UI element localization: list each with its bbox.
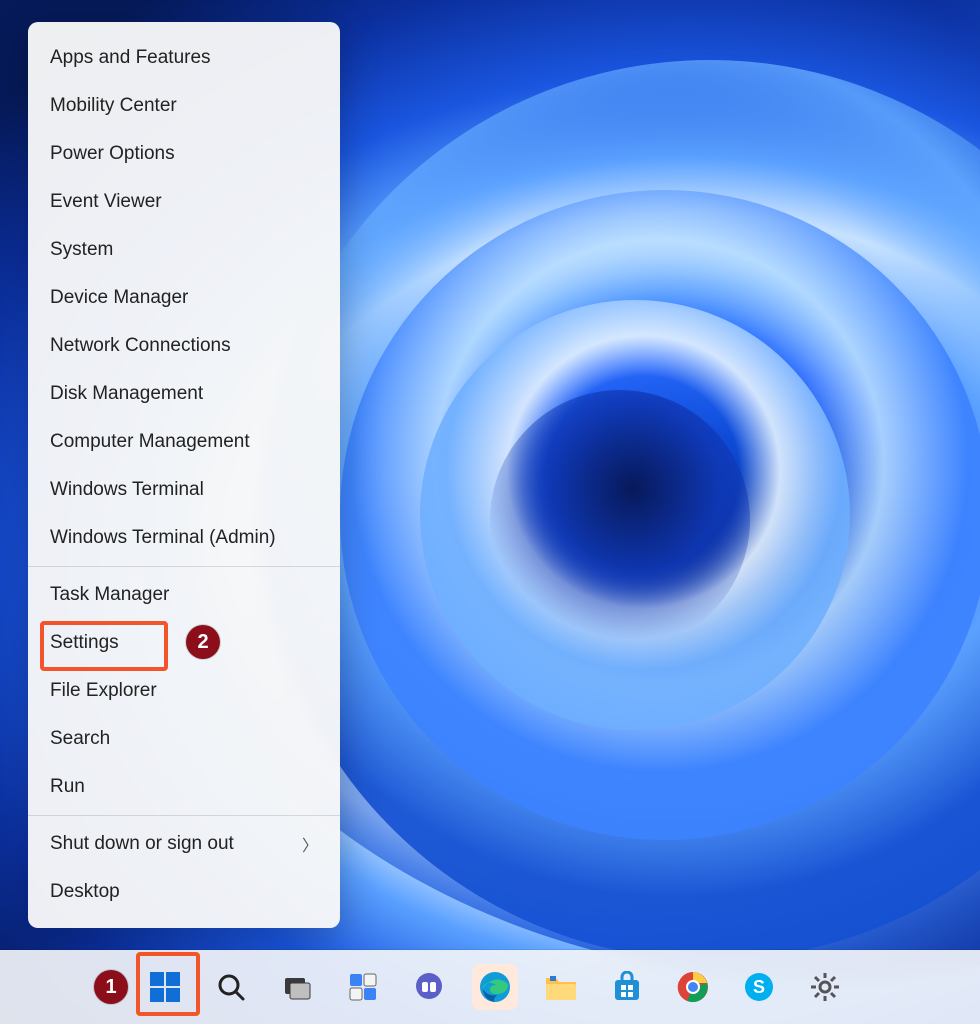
menu-item-label: Windows Terminal bbox=[50, 479, 204, 501]
annotation-callout-1: 1 bbox=[94, 970, 128, 1004]
annotation-callout-2: 2 bbox=[186, 625, 220, 659]
menu-item-settings[interactable]: Settings 2 bbox=[28, 619, 340, 667]
search-button[interactable] bbox=[208, 964, 254, 1010]
chrome-icon bbox=[677, 971, 709, 1003]
menu-item-label: Run bbox=[50, 776, 85, 798]
menu-item-windows-terminal-admin[interactable]: Windows Terminal (Admin) bbox=[28, 514, 340, 562]
skype-button[interactable]: S bbox=[736, 964, 782, 1010]
task-view-button[interactable] bbox=[274, 964, 320, 1010]
menu-item-label: Settings bbox=[50, 632, 119, 654]
menu-item-label: Apps and Features bbox=[50, 47, 211, 69]
menu-item-label: System bbox=[50, 239, 113, 261]
store-icon bbox=[611, 971, 643, 1003]
menu-item-label: Computer Management bbox=[50, 431, 250, 453]
chrome-button[interactable] bbox=[670, 964, 716, 1010]
menu-item-event-viewer[interactable]: Event Viewer bbox=[28, 178, 340, 226]
search-icon bbox=[216, 972, 246, 1002]
menu-item-label: Task Manager bbox=[50, 584, 169, 606]
menu-item-label: File Explorer bbox=[50, 680, 157, 702]
menu-item-search[interactable]: Search bbox=[28, 715, 340, 763]
menu-item-file-explorer[interactable]: File Explorer bbox=[28, 667, 340, 715]
menu-item-system[interactable]: System bbox=[28, 226, 340, 274]
winx-context-menu: Apps and Features Mobility Center Power … bbox=[28, 22, 340, 928]
settings-button[interactable] bbox=[802, 964, 848, 1010]
menu-item-run[interactable]: Run bbox=[28, 763, 340, 811]
menu-item-desktop[interactable]: Desktop bbox=[28, 868, 340, 916]
menu-item-power-options[interactable]: Power Options bbox=[28, 130, 340, 178]
file-explorer-button[interactable] bbox=[538, 964, 584, 1010]
menu-item-label: Disk Management bbox=[50, 383, 203, 405]
edge-button[interactable] bbox=[472, 964, 518, 1010]
folder-icon bbox=[544, 972, 578, 1002]
skype-icon: S bbox=[743, 971, 775, 1003]
menu-item-label: Event Viewer bbox=[50, 191, 162, 213]
menu-item-computer-management[interactable]: Computer Management bbox=[28, 418, 340, 466]
start-button[interactable] bbox=[142, 964, 188, 1010]
taskbar: 1 bbox=[0, 950, 980, 1024]
gear-icon bbox=[809, 971, 841, 1003]
menu-separator bbox=[28, 815, 340, 816]
widgets-icon bbox=[347, 971, 379, 1003]
menu-item-label: Power Options bbox=[50, 143, 175, 165]
svg-text:S: S bbox=[753, 977, 765, 997]
menu-item-task-manager[interactable]: Task Manager bbox=[28, 571, 340, 619]
chat-button[interactable] bbox=[406, 964, 452, 1010]
chat-icon bbox=[413, 971, 445, 1003]
menu-item-shut-down-or-sign-out[interactable]: Shut down or sign out 〉 bbox=[28, 820, 340, 868]
desktop-wallpaper: Apps and Features Mobility Center Power … bbox=[0, 0, 980, 1024]
menu-item-label: Desktop bbox=[50, 881, 120, 903]
menu-separator bbox=[28, 566, 340, 567]
menu-item-label: Network Connections bbox=[50, 335, 231, 357]
menu-item-network-connections[interactable]: Network Connections bbox=[28, 322, 340, 370]
menu-item-label: Search bbox=[50, 728, 110, 750]
menu-item-mobility-center[interactable]: Mobility Center bbox=[28, 82, 340, 130]
wallpaper-layer bbox=[490, 390, 750, 650]
task-view-icon bbox=[282, 972, 312, 1002]
menu-item-device-manager[interactable]: Device Manager bbox=[28, 274, 340, 322]
menu-item-label: Windows Terminal (Admin) bbox=[50, 527, 276, 549]
widgets-button[interactable] bbox=[340, 964, 386, 1010]
menu-item-windows-terminal[interactable]: Windows Terminal bbox=[28, 466, 340, 514]
microsoft-store-button[interactable] bbox=[604, 964, 650, 1010]
menu-item-label: Device Manager bbox=[50, 287, 188, 309]
chevron-right-icon: 〉 bbox=[302, 832, 318, 856]
menu-item-label: Shut down or sign out bbox=[50, 833, 234, 855]
windows-logo-icon bbox=[148, 970, 182, 1004]
menu-item-label: Mobility Center bbox=[50, 95, 177, 117]
menu-item-disk-management[interactable]: Disk Management bbox=[28, 370, 340, 418]
menu-item-apps-and-features[interactable]: Apps and Features bbox=[28, 34, 340, 82]
edge-icon bbox=[478, 970, 512, 1004]
